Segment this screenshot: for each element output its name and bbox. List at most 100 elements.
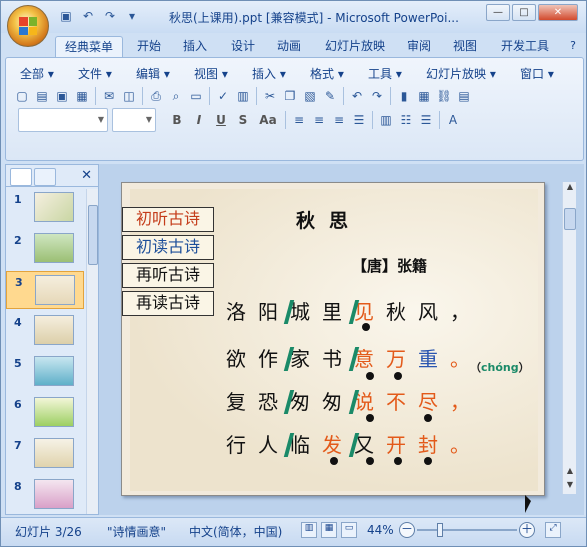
spelling-icon[interactable]: ✓ bbox=[213, 86, 233, 106]
slide-thumb[interactable]: 8 bbox=[6, 476, 84, 514]
research-icon[interactable]: ▥ bbox=[233, 86, 253, 106]
customize-qat-icon[interactable]: ▾ bbox=[123, 8, 141, 24]
close-icon[interactable]: ✕ bbox=[81, 168, 92, 183]
cut-icon[interactable]: ✂ bbox=[260, 86, 280, 106]
slide-thumb[interactable]: 2 bbox=[6, 230, 84, 268]
slide-sorter-icon[interactable]: ▦ bbox=[321, 522, 337, 538]
font-size-combo[interactable]: ▼ bbox=[112, 108, 156, 132]
shadow-button[interactable]: S bbox=[232, 110, 254, 130]
columns-icon[interactable]: ▥ bbox=[376, 110, 396, 130]
maximize-button[interactable]: □ bbox=[512, 4, 536, 21]
bold-button[interactable]: B bbox=[166, 110, 188, 130]
format-painter-icon[interactable]: ✎ bbox=[320, 86, 340, 106]
tab-outline[interactable] bbox=[34, 168, 56, 186]
slide-thumb[interactable]: 7 bbox=[6, 435, 84, 473]
font-name-combo[interactable]: ▼ bbox=[18, 108, 108, 132]
text-box-icon[interactable]: ▤ bbox=[454, 86, 474, 106]
menu-tools[interactable]: 工具 ▾ bbox=[368, 65, 402, 82]
slideshow-icon[interactable]: ▭ bbox=[341, 522, 357, 538]
nav-button-reread[interactable]: 再读古诗 bbox=[122, 291, 214, 316]
menu-format[interactable]: 格式 ▾ bbox=[310, 65, 344, 82]
nav-button-first-read[interactable]: 初读古诗 bbox=[122, 235, 214, 260]
language-indicator[interactable]: 中文(简体，中国) bbox=[189, 523, 282, 540]
slide-thumb[interactable]: 6 bbox=[6, 394, 84, 432]
slide-thumb[interactable]: 4 bbox=[6, 312, 84, 350]
tab-design[interactable]: 设计 bbox=[225, 36, 261, 57]
slide-thumb-selected[interactable]: 3 bbox=[6, 271, 84, 309]
close-button[interactable]: ✕ bbox=[538, 4, 578, 21]
tab-insert[interactable]: 插入 bbox=[177, 36, 213, 57]
hyperlink-icon[interactable]: ⛓ bbox=[434, 86, 454, 106]
tab-view[interactable]: 视图 bbox=[447, 36, 483, 57]
chart-icon[interactable]: ▮ bbox=[394, 86, 414, 106]
zoom-out-button[interactable]: － bbox=[399, 522, 415, 538]
slide-thumb[interactable]: 5 bbox=[6, 353, 84, 391]
save-icon[interactable]: ▣ bbox=[57, 8, 75, 24]
menu-edit[interactable]: 编辑 ▾ bbox=[136, 65, 170, 82]
change-case-button[interactable]: Aa bbox=[254, 110, 282, 130]
slide-thumb[interactable]: 1 bbox=[6, 189, 84, 227]
tab-slides[interactable] bbox=[10, 168, 32, 186]
tab-animations[interactable]: 动画 bbox=[271, 36, 307, 57]
scroll-thumb[interactable] bbox=[88, 205, 98, 265]
email-icon[interactable]: ✉ bbox=[99, 86, 119, 106]
undo-icon[interactable]: ↶ bbox=[79, 8, 97, 24]
numbering-icon[interactable]: ☷ bbox=[396, 110, 416, 130]
slide-canvas[interactable]: 初听古诗 初读古诗 再听古诗 再读古诗 秋思 【唐】张籍 洛阳城里见秋风， 欲作… bbox=[121, 182, 545, 496]
align-left-icon[interactable]: ≡ bbox=[289, 110, 309, 130]
align-center-icon[interactable]: ≡ bbox=[309, 110, 329, 130]
menu-file[interactable]: 文件 ▾ bbox=[78, 65, 112, 82]
slide-number: 1 bbox=[14, 193, 22, 206]
undo-icon[interactable]: ↶ bbox=[347, 86, 367, 106]
publish-icon[interactable]: ◫ bbox=[119, 86, 139, 106]
print-icon[interactable]: ⎙ bbox=[146, 86, 166, 106]
layout-icon[interactable]: ▭ bbox=[186, 86, 206, 106]
slide-scrollbar[interactable]: ▲ ▲ ▼ bbox=[562, 182, 576, 494]
table-icon[interactable]: ▦ bbox=[414, 86, 434, 106]
tab-slideshow[interactable]: 幻灯片放映 bbox=[319, 36, 391, 57]
zoom-in-button[interactable]: ＋ bbox=[519, 522, 535, 538]
tab-review[interactable]: 审阅 bbox=[401, 36, 437, 57]
minimize-button[interactable]: — bbox=[486, 4, 510, 21]
zoom-level[interactable]: 44% bbox=[367, 523, 394, 537]
redo-icon[interactable]: ↷ bbox=[101, 8, 119, 24]
next-slide-icon[interactable]: ▼ bbox=[564, 480, 576, 492]
paste-icon[interactable]: ▧ bbox=[300, 86, 320, 106]
underline-button[interactable]: U bbox=[210, 110, 232, 130]
fit-to-window-icon[interactable]: ⤢ bbox=[545, 522, 561, 538]
redo-icon[interactable]: ↷ bbox=[367, 86, 387, 106]
new-icon[interactable]: ▢ bbox=[12, 86, 32, 106]
nav-button-relisten[interactable]: 再听古诗 bbox=[122, 263, 214, 288]
scroll-thumb[interactable] bbox=[564, 208, 576, 230]
tab-home[interactable]: 开始 bbox=[131, 36, 167, 57]
open-icon[interactable]: ▤ bbox=[32, 86, 52, 106]
normal-view-icon[interactable]: ▥ bbox=[301, 522, 317, 538]
help-icon[interactable]: ? bbox=[563, 36, 583, 57]
menu-insert[interactable]: 插入 ▾ bbox=[252, 65, 286, 82]
justify-icon[interactable]: ☰ bbox=[349, 110, 369, 130]
menu-view[interactable]: 视图 ▾ bbox=[194, 65, 228, 82]
slide-thumbnails: 1 2 3 4 5 6 7 8 bbox=[6, 189, 84, 514]
tab-developer[interactable]: 开发工具 bbox=[495, 36, 555, 57]
menu-slideshow[interactable]: 幻灯片放映 ▾ bbox=[426, 65, 496, 82]
zoom-slider-thumb[interactable] bbox=[437, 523, 443, 537]
align-right-icon[interactable]: ≡ bbox=[329, 110, 349, 130]
scroll-up-icon[interactable]: ▲ bbox=[564, 182, 576, 194]
zoom-slider[interactable] bbox=[417, 529, 517, 531]
panel-scrollbar[interactable] bbox=[86, 189, 98, 514]
italic-button[interactable]: I bbox=[188, 110, 210, 130]
emphasis-dot bbox=[394, 457, 402, 465]
copy-icon[interactable]: ❐ bbox=[280, 86, 300, 106]
tab-classic-menu[interactable]: 经典菜单 bbox=[55, 36, 123, 57]
poem-char: 开 bbox=[386, 433, 406, 457]
bullets-icon[interactable]: ☰ bbox=[416, 110, 436, 130]
font-color-icon[interactable]: A bbox=[443, 110, 463, 130]
save-icon[interactable]: ▣ bbox=[52, 86, 72, 106]
permission-icon[interactable]: ▦ bbox=[72, 86, 92, 106]
office-button[interactable] bbox=[7, 5, 49, 47]
menu-window[interactable]: 窗口 ▾ bbox=[520, 65, 554, 82]
previous-slide-icon[interactable]: ▲ bbox=[564, 466, 576, 478]
nav-button-first-listen[interactable]: 初听古诗 bbox=[122, 207, 214, 232]
print-preview-icon[interactable]: ⌕ bbox=[166, 86, 186, 106]
menu-all[interactable]: 全部 ▾ bbox=[20, 65, 54, 82]
